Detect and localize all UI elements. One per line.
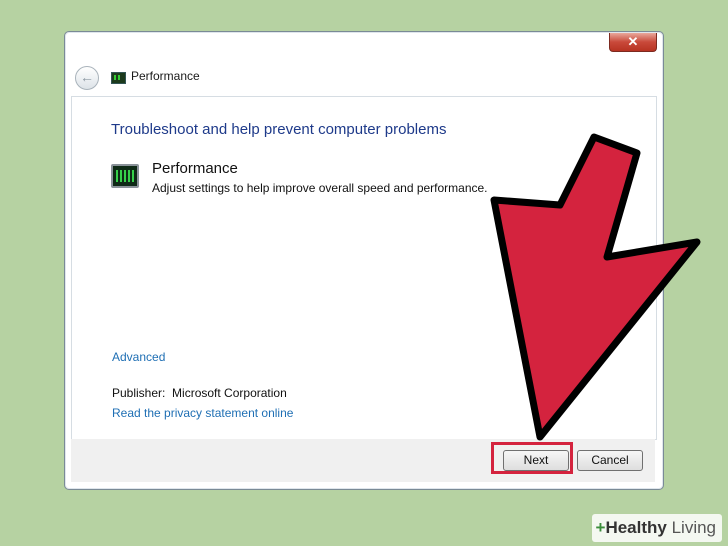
pointer-arrow-icon	[490, 133, 701, 441]
watermark-part2: Living	[666, 518, 716, 537]
watermark: +Healthy Living	[591, 514, 722, 542]
watermark-plus-icon: +	[595, 518, 606, 537]
watermark-part1: Healthy	[605, 518, 667, 537]
pointer-arrow-shape	[490, 133, 701, 441]
